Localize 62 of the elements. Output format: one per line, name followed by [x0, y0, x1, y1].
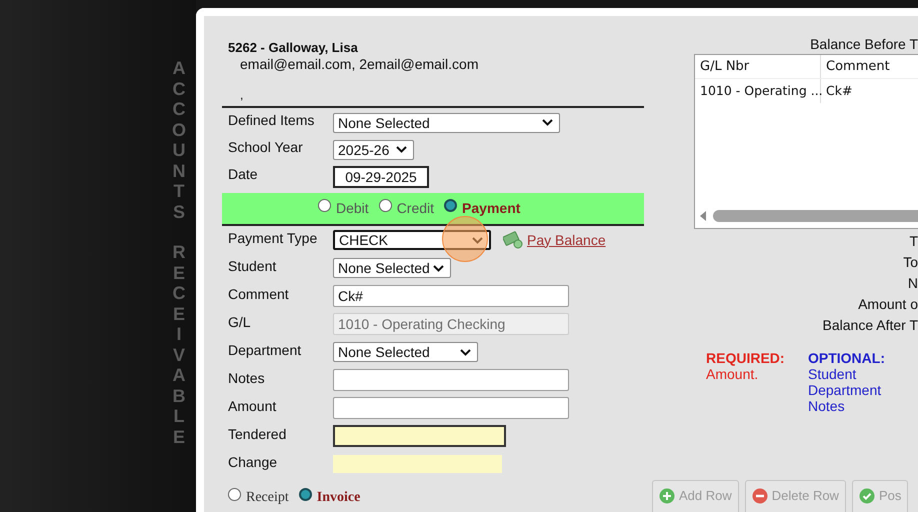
- dropdown[interactable]: None Selected: [333, 258, 451, 278]
- radio-option[interactable]: Credit: [378, 198, 434, 219]
- chevron-down-icon: [472, 236, 483, 244]
- field-label: Amount: [227, 396, 278, 416]
- summary-label: T: [909, 232, 918, 251]
- field-label: G/L: [227, 312, 252, 332]
- column-header[interactable]: Comment: [821, 55, 918, 78]
- summary-label: To: [903, 253, 918, 272]
- input-field[interactable]: [333, 369, 569, 391]
- input-field[interactable]: [333, 425, 506, 447]
- customer-name: 5262 - Galloway, Lisa: [228, 40, 359, 56]
- date-field[interactable]: 09-29-2025: [333, 166, 429, 188]
- field-label: Student: [227, 256, 278, 276]
- customer-emails: email@email.com, 2email@email.com: [239, 56, 480, 72]
- dropdown[interactable]: None Selected: [333, 342, 478, 362]
- radio-option[interactable]: Invoice: [298, 486, 360, 508]
- optional-hint-title: OPTIONAL:: [808, 350, 885, 366]
- scroll-left-icon[interactable]: [699, 211, 707, 221]
- table-cell-text: Ck#: [825, 82, 854, 100]
- plus-icon: [659, 488, 675, 504]
- pay-balance-link[interactable]: Pay Balance: [503, 230, 606, 250]
- radio-option[interactable]: Receipt: [228, 486, 289, 508]
- required-hint-title: REQUIRED:: [706, 350, 786, 366]
- field-label: Department: [227, 340, 302, 360]
- money-icon: [503, 231, 523, 249]
- chevron-down-icon: [396, 146, 407, 153]
- minus-icon: [752, 488, 768, 504]
- field-label: Payment Type: [227, 228, 318, 248]
- field-label: Notes: [227, 368, 266, 388]
- radio-option[interactable]: Debit: [318, 198, 369, 219]
- check-icon: [858, 488, 875, 504]
- optional-hint-item: Student: [808, 366, 858, 382]
- summary-label: Amount o: [858, 295, 918, 314]
- column-header[interactable]: G/L Nbr: [695, 55, 821, 78]
- field-label: Comment: [227, 284, 290, 304]
- radio-option[interactable]: Payment: [444, 198, 520, 219]
- click-highlight: [442, 216, 488, 262]
- customer-address: ,: [239, 88, 244, 102]
- dropdown[interactable]: CHECK: [333, 230, 491, 250]
- readonly-field[interactable]: 1010 - Operating Checking: [333, 313, 569, 335]
- chevron-down-icon: [460, 348, 471, 356]
- field-label: Change: [227, 452, 278, 472]
- summary-label: Balance After T: [822, 316, 918, 335]
- required-hint-item: Amount.: [706, 366, 760, 382]
- input-field[interactable]: [333, 397, 569, 419]
- field-label: Defined Items: [227, 111, 316, 130]
- table-cell: 1010 - Operating ...: [695, 79, 821, 103]
- chevron-down-icon: [542, 119, 553, 126]
- optional-hint-item: Department: [808, 382, 882, 398]
- dropdown[interactable]: None Selected: [333, 112, 560, 132]
- input-field[interactable]: Ck#: [333, 285, 569, 307]
- field-label: Tendered: [227, 424, 288, 444]
- field-label: School Year: [227, 138, 304, 157]
- balance-before-label: Balance Before T: [809, 36, 918, 52]
- dropdown[interactable]: 2025-26: [333, 140, 414, 160]
- sidebar-label: RECEIVABLE: [172, 242, 186, 447]
- chevron-down-icon: [433, 264, 444, 272]
- scrollbar-thumb[interactable]: [713, 210, 918, 222]
- summary-label: N: [908, 274, 918, 293]
- optional-hint-item: Notes: [808, 398, 846, 414]
- field-label: Date: [227, 165, 259, 184]
- sidebar-label: ACCOUNTS: [172, 58, 186, 222]
